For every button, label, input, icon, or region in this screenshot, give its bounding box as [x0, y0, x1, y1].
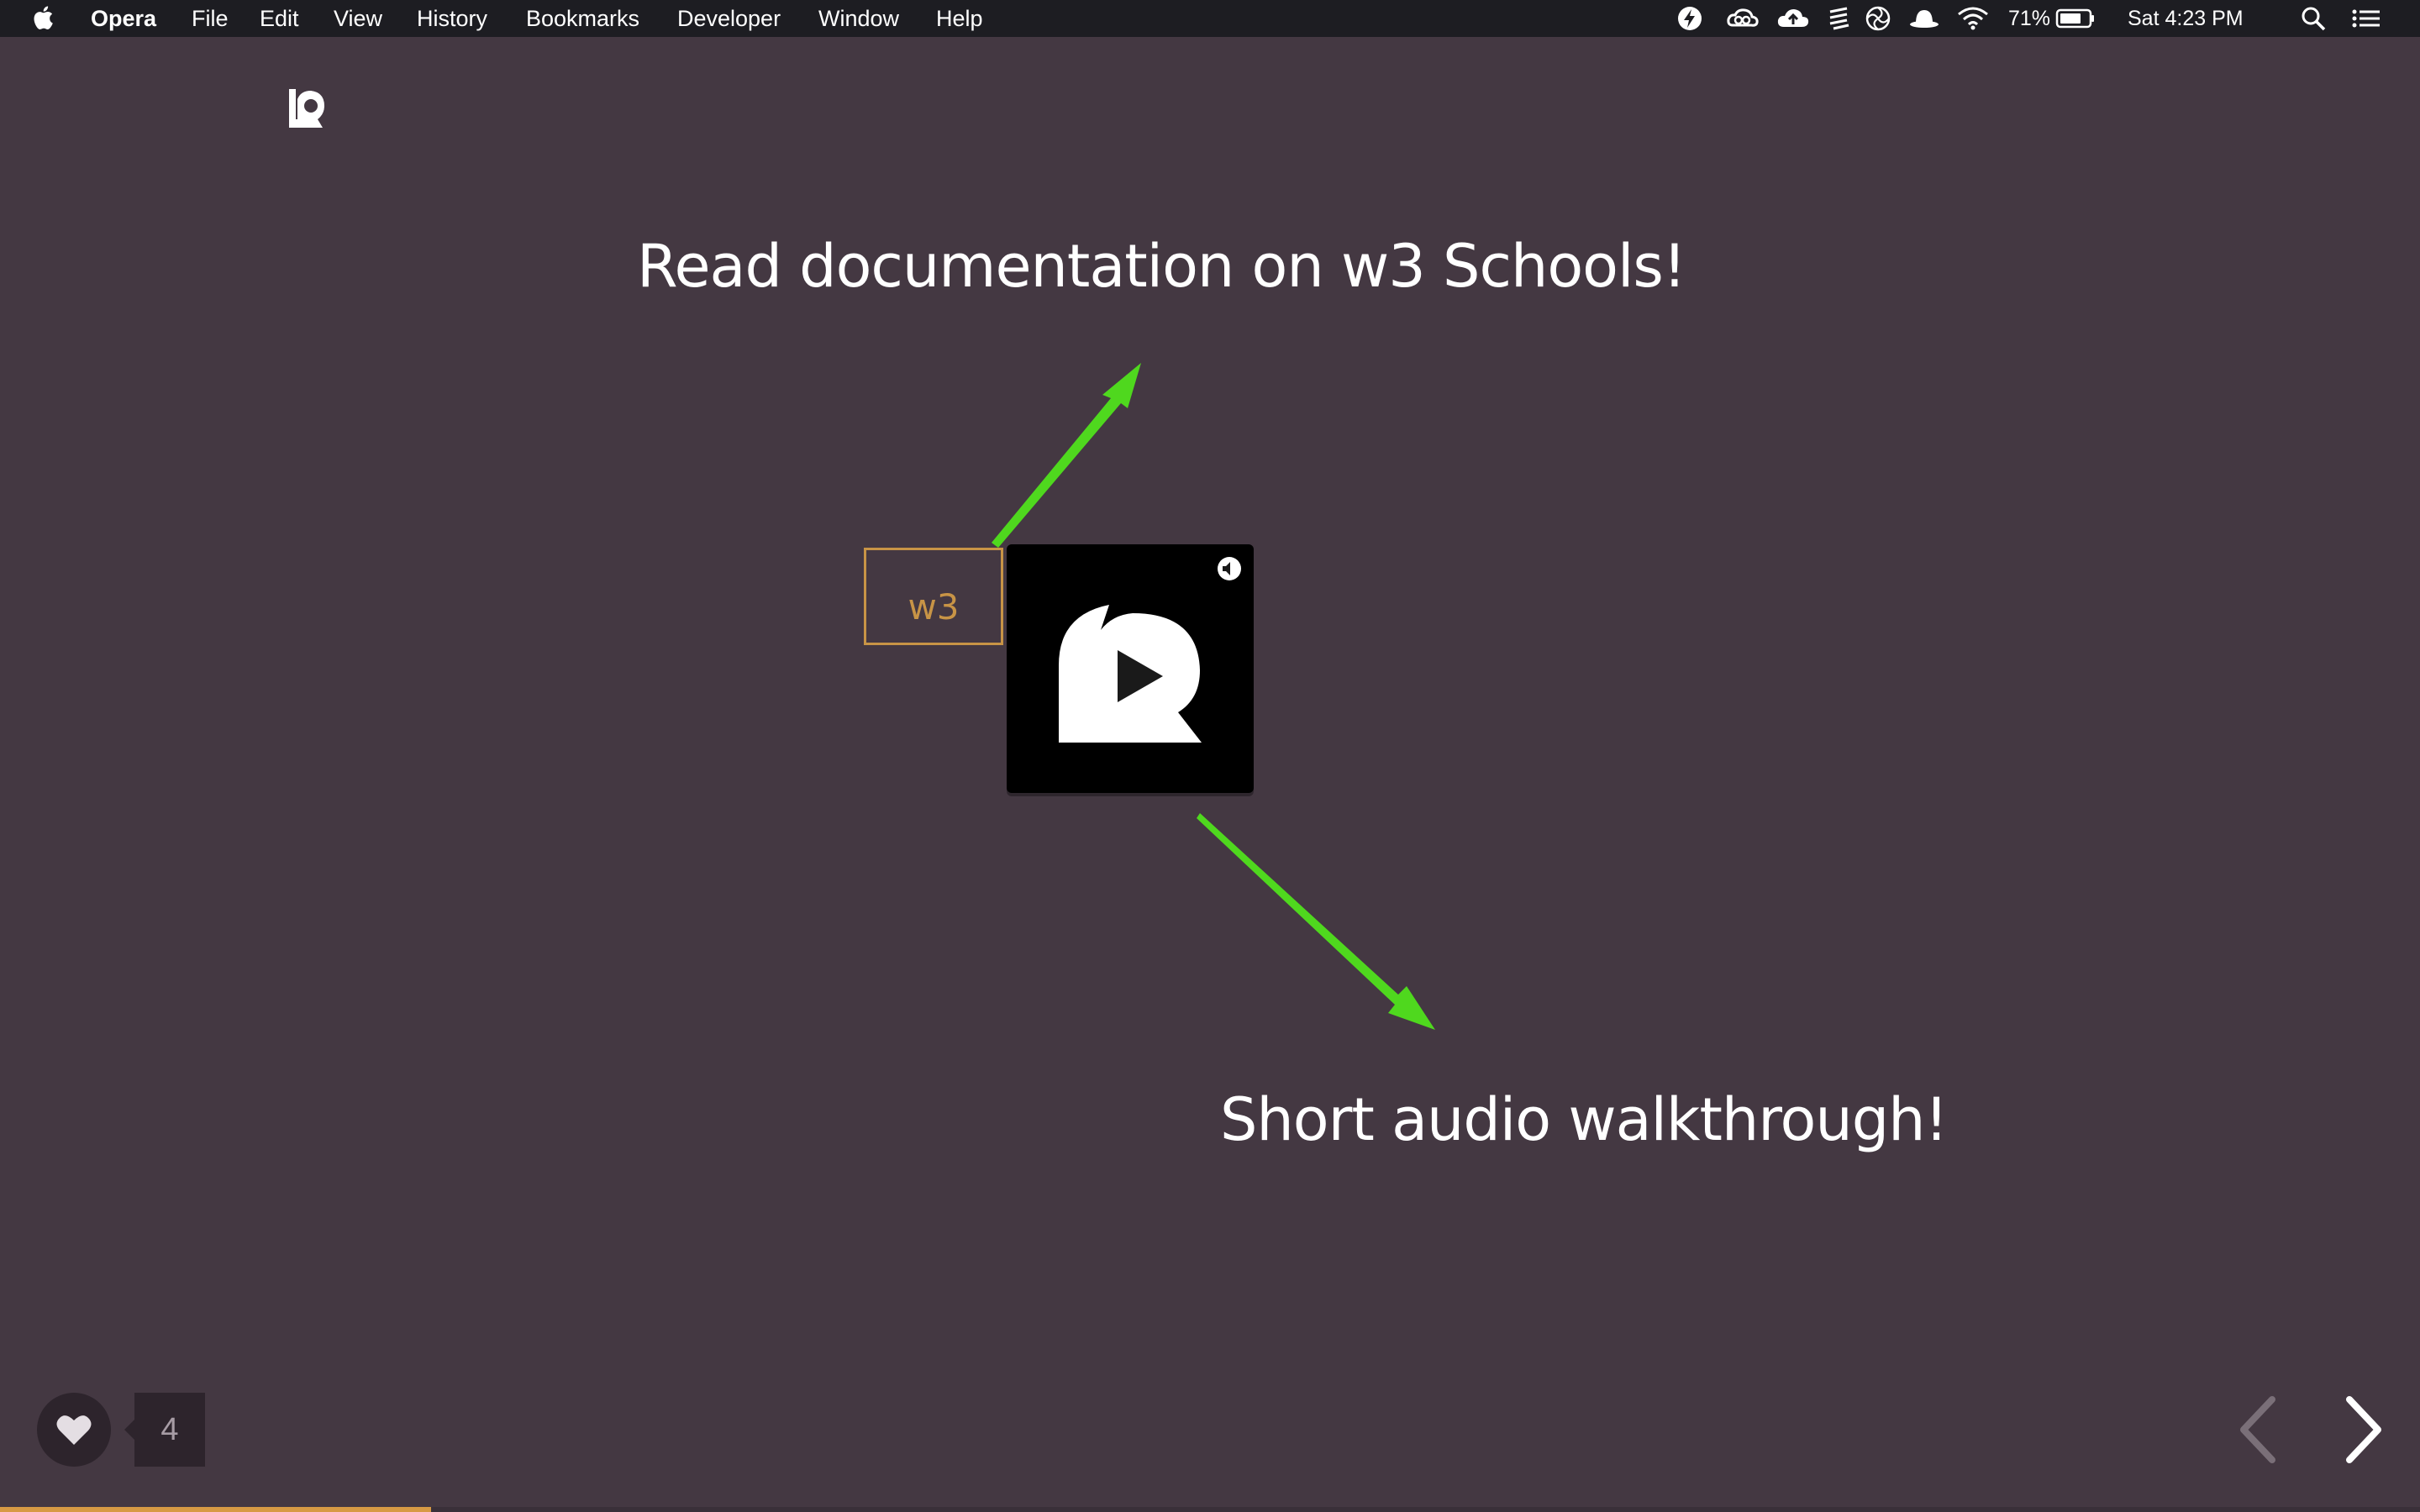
menu-app-opera[interactable]: Opera — [91, 5, 156, 32]
headline-audio-walkthrough: Short audio walkthrough! — [1220, 1085, 1949, 1154]
next-slide-button[interactable] — [2334, 1391, 2393, 1468]
speaker-icon[interactable] — [1217, 556, 1242, 581]
arrow-to-documentation — [992, 363, 1141, 548]
menu-view[interactable]: View — [334, 5, 382, 32]
menu-developer[interactable]: Developer — [677, 5, 781, 32]
menu-help[interactable]: Help — [936, 5, 983, 32]
arrow-to-audio — [1197, 813, 1435, 1030]
cloud-upload-icon[interactable] — [1776, 5, 1810, 32]
wifi-icon[interactable] — [1956, 5, 1990, 32]
menu-history[interactable]: History — [417, 5, 487, 32]
clock[interactable]: Sat 4:23 PM — [2128, 5, 2244, 32]
menu-bookmarks[interactable]: Bookmarks — [526, 5, 639, 32]
heart-icon — [56, 1415, 92, 1445]
like-button[interactable] — [37, 1393, 111, 1467]
battery-icon[interactable] — [2055, 5, 2096, 32]
swirl-icon[interactable] — [1864, 5, 1892, 32]
notification-center-icon[interactable] — [2349, 5, 2383, 32]
like-count-pointer — [124, 1420, 134, 1440]
headline-documentation: Read documentation on w3 Schools! — [637, 232, 1686, 301]
battery-percent: 71% — [2008, 7, 2051, 30]
hat-icon[interactable] — [1907, 5, 1941, 32]
menu-bar: Opera File Edit View History Bookmarks D… — [0, 0, 2420, 37]
audio-player[interactable] — [1007, 544, 1254, 793]
menu-edit[interactable]: Edit — [260, 5, 299, 32]
bolt-icon[interactable] — [1676, 5, 1704, 32]
apple-icon[interactable] — [34, 4, 57, 31]
creative-cloud-icon[interactable] — [1726, 5, 1760, 32]
w3schools-link[interactable]: w3 — [864, 548, 1003, 645]
play-icon[interactable] — [1052, 590, 1217, 754]
menu-file[interactable]: File — [192, 5, 229, 32]
presentation-logo-icon[interactable] — [286, 86, 328, 133]
previous-slide-button[interactable] — [2228, 1391, 2287, 1468]
stack-icon[interactable] — [1827, 5, 1852, 32]
like-count: 4 — [134, 1393, 205, 1467]
menu-window[interactable]: Window — [818, 5, 899, 32]
progress-bar — [0, 1507, 431, 1512]
search-icon[interactable] — [2299, 5, 2328, 32]
